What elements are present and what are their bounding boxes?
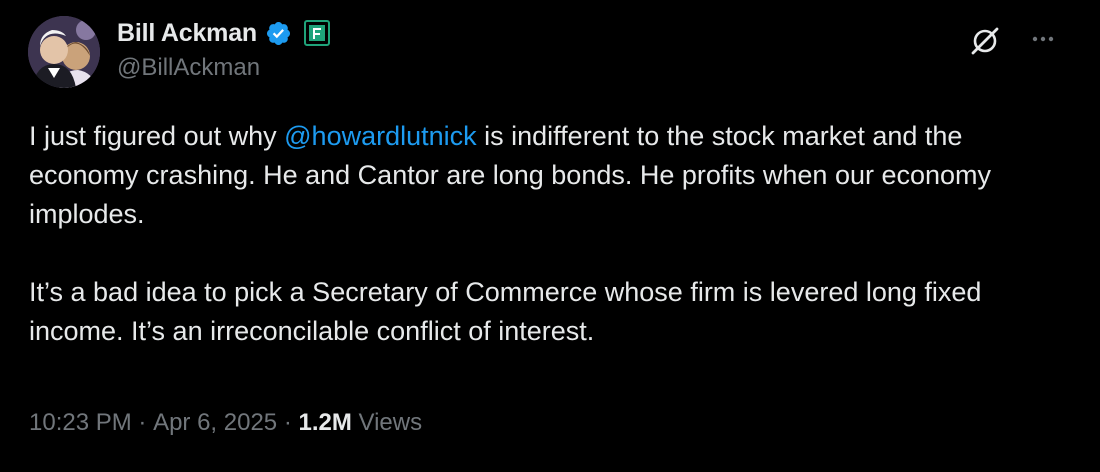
- author-name-row: Bill Ackman: [117, 16, 330, 50]
- affiliate-badge-icon[interactable]: [303, 20, 330, 46]
- tweet-paragraph-2: It’s a bad idea to pick a Secretary of C…: [29, 277, 982, 346]
- tweet-meta: 10:23 PM · Apr 6, 2025 · 1.2M Views: [29, 409, 422, 437]
- meta-separator: ·: [277, 409, 299, 436]
- avatar[interactable]: [28, 16, 100, 88]
- author-handle[interactable]: @BillAckman: [117, 54, 260, 82]
- tweet-date[interactable]: Apr 6, 2025: [153, 409, 277, 437]
- views-count[interactable]: 1.2M: [298, 409, 351, 437]
- tweet-time[interactable]: 10:23 PM: [29, 409, 132, 437]
- tweet-card: Bill Ackman @BillAckman I just figured o…: [0, 0, 1100, 472]
- tweet-paragraph-1: I just figured out why @howardlutnick is…: [29, 117, 1079, 234]
- grok-icon[interactable]: [968, 24, 1002, 58]
- views-label: Views: [351, 409, 423, 436]
- verified-badge-icon[interactable]: [265, 20, 292, 47]
- author-display-name[interactable]: Bill Ackman: [117, 19, 257, 48]
- tweet-text-segment: I just figured out why: [29, 121, 285, 151]
- avatar-photo-icon: [28, 16, 100, 88]
- mention-link[interactable]: @howardlutnick: [284, 121, 477, 151]
- more-options-icon[interactable]: [1028, 24, 1058, 54]
- tweet-text: I just figured out why @howardlutnick is…: [29, 117, 1079, 351]
- meta-separator: ·: [131, 409, 154, 436]
